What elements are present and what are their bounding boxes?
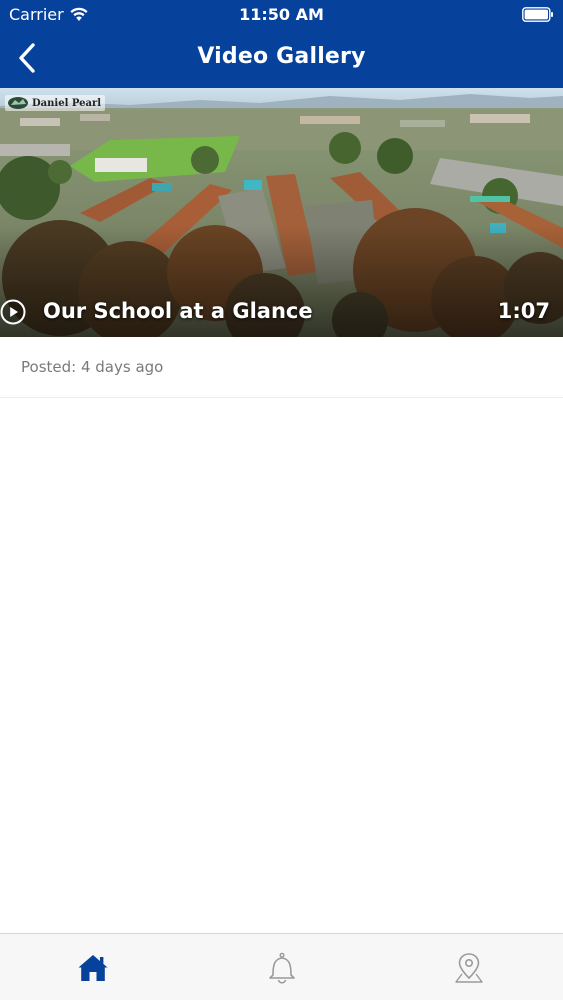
bell-icon (269, 952, 295, 984)
video-title: Our School at a Glance (43, 299, 313, 323)
app-screen: Carrier 11:50 AM Video Gallery Daniel Pe… (0, 0, 563, 1000)
top-bar: Carrier 11:50 AM Video Gallery (0, 0, 563, 88)
school-logo-icon (8, 97, 28, 109)
status-bar: Carrier 11:50 AM (0, 0, 563, 30)
map-pin-icon (455, 953, 483, 983)
tab-home[interactable] (75, 950, 111, 986)
school-logo-text: Daniel Pearl (32, 97, 102, 109)
play-circle-icon[interactable] (0, 299, 26, 325)
tab-notifications[interactable] (264, 950, 300, 986)
battery-icon (522, 7, 553, 22)
video-card[interactable]: Daniel Pearl Our School at a Glance 1:07 (0, 88, 563, 337)
school-logo-badge: Daniel Pearl (5, 95, 106, 111)
posted-date: Posted: 4 days ago (21, 358, 164, 376)
page-title: Video Gallery (197, 44, 366, 69)
navigation-bar: Video Gallery (0, 30, 563, 88)
home-icon (78, 955, 108, 981)
divider (0, 397, 563, 398)
tab-bar (0, 933, 563, 1000)
video-duration: 1:07 (497, 299, 550, 323)
tab-locations[interactable] (451, 950, 487, 986)
status-time: 11:50 AM (239, 5, 324, 24)
